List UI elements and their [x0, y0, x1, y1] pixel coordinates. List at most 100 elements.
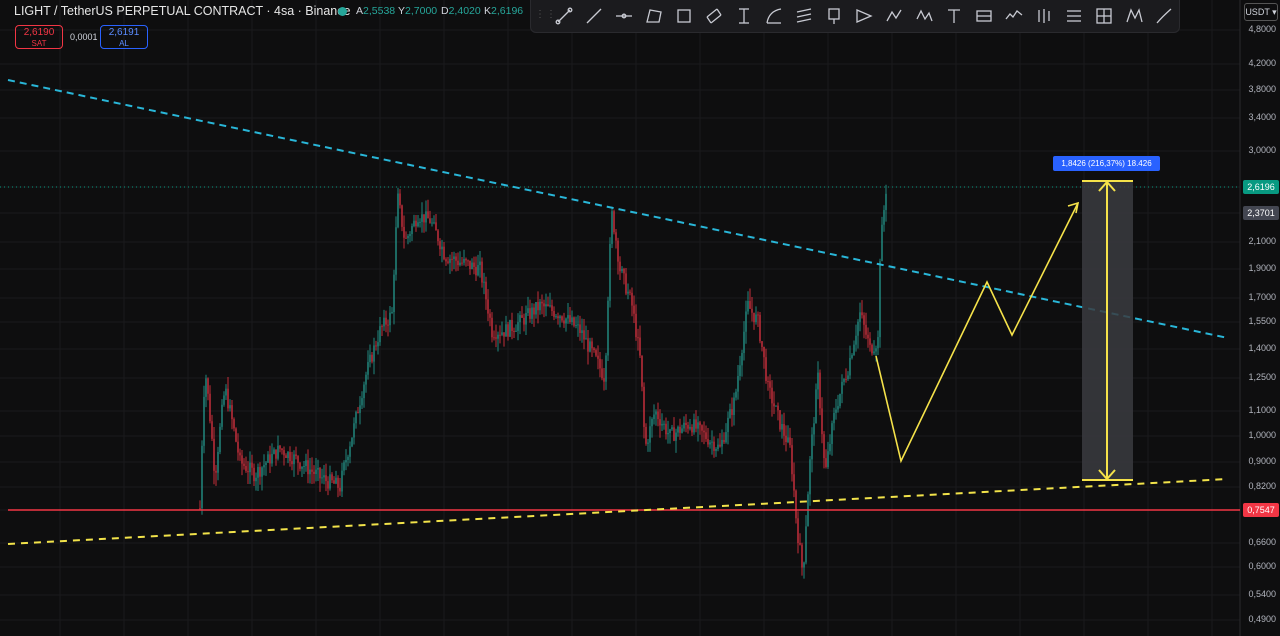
candle-body	[485, 281, 487, 300]
candle-body	[441, 246, 443, 250]
candle-body	[543, 303, 545, 307]
candle-body	[573, 317, 575, 326]
buy-button[interactable]: 2,6191 AL	[100, 25, 148, 49]
candle-body	[727, 417, 729, 433]
resistance-trendline	[7, 79, 1229, 339]
xabcd-icon[interactable]	[1123, 5, 1145, 27]
candle-body	[317, 467, 319, 470]
candle-body	[609, 243, 611, 301]
candle-body	[875, 348, 877, 352]
candle-body	[825, 458, 827, 467]
line-icon[interactable]	[583, 5, 605, 27]
brush-icon[interactable]	[1153, 5, 1175, 27]
candle-body	[859, 312, 861, 322]
ohlc-close: K2,6196	[484, 5, 524, 17]
candle-body	[695, 419, 697, 429]
candle-body	[733, 397, 735, 415]
candle-body	[201, 445, 203, 509]
table-icon[interactable]	[973, 5, 995, 27]
candle-body	[785, 435, 787, 443]
candle-body	[277, 445, 279, 459]
pattern-icon[interactable]	[913, 5, 935, 27]
candle-body	[595, 350, 597, 356]
candle-body	[773, 403, 775, 407]
candle-body	[667, 433, 669, 435]
candle-body	[237, 441, 239, 453]
candle-body	[631, 292, 633, 306]
candle-body	[227, 388, 229, 409]
candle-body	[469, 260, 471, 269]
symbol-title[interactable]: LIGHT / TetherUS PERPETUAL CONTRACT · 4s…	[14, 4, 350, 18]
candle-body	[769, 381, 771, 388]
candle-body	[241, 455, 243, 464]
polygon-icon[interactable]	[643, 5, 665, 27]
price-range-icon[interactable]	[733, 5, 755, 27]
candle-body	[421, 214, 423, 222]
horizontal-ray-icon[interactable]	[613, 5, 635, 27]
list-icon[interactable]	[1063, 5, 1085, 27]
candle-body	[405, 237, 407, 239]
candle-body	[531, 307, 533, 319]
candle-body	[435, 222, 437, 231]
arc-icon[interactable]	[763, 5, 785, 27]
candle-body	[541, 301, 543, 304]
candle-body	[491, 317, 493, 338]
candle-body	[551, 305, 553, 312]
candle-body	[839, 393, 841, 407]
candle-body	[215, 470, 217, 473]
candle-body	[211, 421, 213, 439]
candles-icon[interactable]	[1033, 5, 1055, 27]
price-axis-label: 3,0000	[1248, 145, 1276, 155]
candle-body	[447, 261, 449, 263]
candle-body	[653, 414, 655, 419]
grid-icon[interactable]	[1093, 5, 1115, 27]
candle-body	[715, 448, 717, 451]
candle-body	[881, 224, 883, 262]
text-icon[interactable]	[943, 5, 965, 27]
candle-body	[497, 334, 499, 339]
marker-icon[interactable]	[823, 5, 845, 27]
candle-body	[375, 345, 377, 347]
candle-body	[789, 437, 791, 446]
candle-body	[659, 419, 661, 426]
rectangle-icon[interactable]	[673, 5, 695, 27]
candle-body	[371, 354, 373, 362]
sell-button[interactable]: 2,6190 SAT	[15, 25, 63, 49]
spread-value: 0,0001	[70, 32, 98, 42]
candle-body	[599, 358, 601, 369]
candle-body	[329, 474, 331, 489]
trend-line-icon[interactable]	[553, 5, 575, 27]
candle-body	[863, 315, 865, 325]
candle-body	[527, 308, 529, 314]
candle-body	[261, 467, 263, 477]
candle-body	[199, 508, 201, 510]
candle-body	[455, 256, 457, 261]
candle-body	[781, 424, 783, 430]
candle-body	[685, 422, 687, 426]
wave-icon[interactable]	[1003, 5, 1025, 27]
path-icon[interactable]	[883, 5, 905, 27]
candle-body	[369, 354, 371, 363]
candle-body	[553, 311, 555, 317]
candle-body	[467, 260, 469, 262]
parallel-channel-icon[interactable]	[703, 5, 725, 27]
candle-body	[223, 395, 225, 405]
candle-body	[287, 452, 289, 459]
candle-body	[333, 480, 335, 484]
candle-body	[861, 312, 863, 316]
candle-body	[661, 423, 663, 426]
candle-body	[813, 423, 815, 435]
currency-selector[interactable]: USDT ▾	[1244, 3, 1278, 21]
price-tag: 0,7547	[1243, 503, 1279, 517]
candle-body	[439, 241, 441, 250]
fib-icon[interactable]	[793, 5, 815, 27]
candle-body	[489, 313, 491, 318]
candle-body	[537, 302, 539, 311]
forecast-icon[interactable]	[853, 5, 875, 27]
candle-body	[345, 459, 347, 463]
price-chart[interactable]	[0, 0, 1280, 636]
candle-body	[245, 465, 247, 472]
candle-body	[561, 316, 563, 321]
candle-body	[203, 396, 205, 446]
candle-body	[263, 464, 265, 468]
